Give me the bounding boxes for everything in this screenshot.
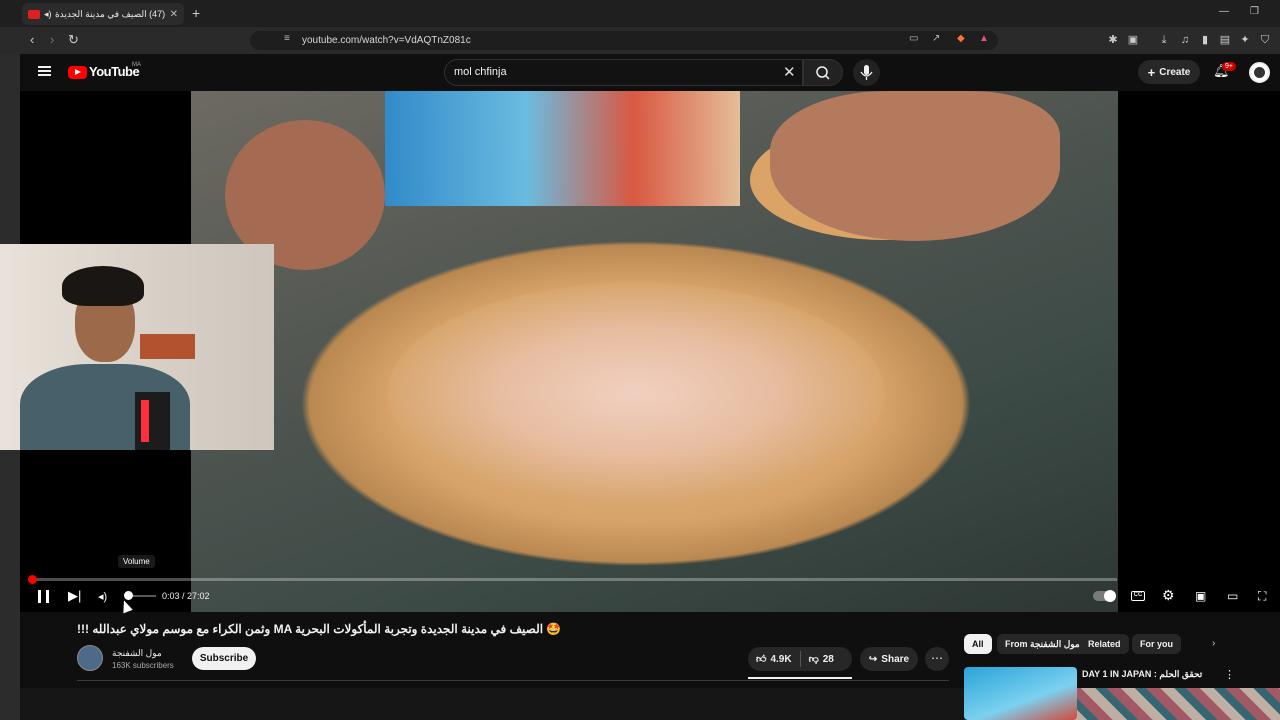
thumbs-down-icon: 👎︎ [808,654,819,665]
site-info-icon[interactable]: ≡ [284,33,290,44]
audio-icon[interactable]: ◂) [44,9,52,20]
create-label: Create [1159,66,1191,78]
extensions-icon[interactable]: ✱ [1107,34,1119,46]
browser-tab-bar: ◂) (47) الصيف في مدينة الجديدة ✕ + — ❐ [0,0,1280,27]
sidebar-icon[interactable]: ▮ [1199,34,1211,46]
address-bar[interactable]: youtube.com/watch?v=VdAQTnZ081c [250,31,998,50]
wallet-icon[interactable]: ▤ [1219,34,1231,46]
clear-search-icon[interactable]: ✕ [783,63,796,81]
search-input[interactable]: mol chfinja [454,66,507,78]
brave-shield-icon[interactable]: ◆ [957,33,965,44]
back-icon[interactable]: ‹ [30,32,34,47]
time-display: 0:03 / 27:02 [162,591,210,601]
browser-tab[interactable]: ◂) (47) الصيف في مدينة الجديدة ✕ [22,3,184,25]
chevron-right-icon[interactable]: › [1212,638,1215,649]
share-label: Share [881,653,910,665]
media-icon[interactable]: ♫ [1179,34,1191,46]
thumbs-up-icon: 👍︎ [756,654,767,665]
rewards-icon[interactable]: ▲ [979,33,989,44]
dislike-button[interactable]: 👎︎ 28 [801,653,842,666]
subscriber-count: 163K subscribers [112,661,174,670]
share-button[interactable]: ↪ Share [860,647,918,671]
video-scene-box-art [385,91,740,206]
notifications-badge: 9+ [1222,62,1236,71]
miniplayer-icon[interactable]: ▣ [1195,589,1206,603]
webcam-overlay [0,244,274,450]
related-video-thumbnail[interactable] [964,667,1077,720]
like-count: 4.9K [770,653,792,665]
vpn-icon[interactable]: ⛉ [1259,34,1271,46]
search-button[interactable] [803,59,843,86]
close-tab-icon[interactable]: ✕ [170,9,178,20]
share-icon: ↪ [868,653,878,665]
leo-ai-icon[interactable]: ✦ [1239,34,1251,46]
like-underline [748,677,852,679]
section-divider [77,680,949,681]
like-button[interactable]: 👍︎ 4.9K [748,653,800,666]
account-avatar[interactable] [1249,62,1270,83]
chip-from-channel[interactable]: From مول الشفنجة [997,634,1088,654]
webcam-shelf [140,334,195,359]
cast-icon[interactable]: ▭ [909,33,918,44]
scrubber-handle[interactable] [28,575,37,584]
tab-title: (47) الصيف في مدينة الجديدة [54,8,166,19]
next-icon[interactable]: ▶| [68,588,81,604]
youtube-logo-icon[interactable] [68,66,87,79]
like-dislike-group: 👍︎ 4.9K 👎︎ 28 [748,647,852,671]
settings-gear-icon[interactable]: ⚙ [1162,587,1175,604]
related-video-title[interactable]: DAY 1 IN JAPAN : تحقق الحلم [1082,669,1207,680]
subtitles-button[interactable]: CC [1131,591,1145,601]
progress-bar[interactable] [31,578,1117,581]
country-code: MA [132,62,141,68]
volume-tooltip: Volume [118,555,155,568]
webcam-person-hair [62,266,144,306]
autoplay-toggle[interactable] [1093,590,1116,602]
restore-icon[interactable]: ❐ [1250,6,1259,17]
translate-icon[interactable]: ▣ [1127,34,1139,46]
microphone-icon [860,65,873,80]
fullscreen-icon[interactable]: ⛶ [1258,589,1266,604]
voice-search-button[interactable] [853,59,880,86]
plus-icon: + [1147,64,1156,80]
menu-icon[interactable] [38,66,51,76]
create-button[interactable]: + Create [1138,60,1200,84]
theater-mode-icon[interactable]: ▭ [1227,589,1238,603]
channel-avatar[interactable] [77,645,103,671]
url-text: youtube.com/watch?v=VdAQTnZ081c [302,35,471,46]
minimize-icon[interactable]: — [1219,6,1229,17]
webcam-microphone [135,392,170,450]
pause-icon[interactable] [38,590,49,603]
search-icon [816,66,830,80]
reload-icon[interactable]: ↻ [68,32,79,48]
more-actions-icon[interactable]: ⋯ [925,647,949,671]
browser-toolbar: ‹ › ↻ ⌑ youtube.com/watch?v=VdAQTnZ081c … [0,27,1280,54]
dislike-count: 28 [822,653,834,665]
volume-icon[interactable]: ◂) [98,590,107,603]
chip-all[interactable]: All [964,634,992,654]
share-page-icon[interactable]: ↗ [932,33,940,44]
chip-related[interactable]: Related [1080,634,1129,654]
youtube-favicon-icon [28,9,40,19]
download-icon[interactable]: ⤓ [1158,34,1170,46]
video-title: !!! وثمن الكراء مع موسم مولاي عبدالله MA… [77,622,562,636]
chip-for-you[interactable]: For you [1132,634,1181,654]
subscribe-button[interactable]: Subscribe [192,647,256,670]
channel-name[interactable]: مول الشفنجة [112,648,162,659]
video-scene-hand-right [770,91,1060,241]
new-tab-icon[interactable]: + [192,5,200,21]
related-more-icon[interactable]: ⋮ [1224,668,1235,681]
forward-icon[interactable]: › [50,32,54,47]
